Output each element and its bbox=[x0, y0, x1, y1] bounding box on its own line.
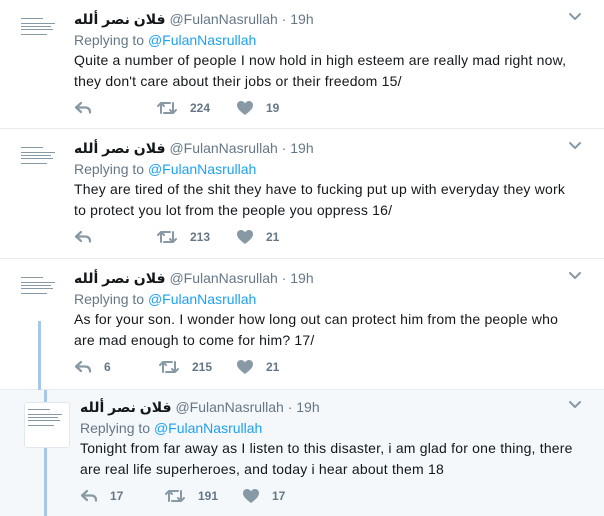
retweet-button[interactable]: 191 bbox=[164, 486, 218, 506]
heart-icon bbox=[237, 230, 253, 244]
retweet-button[interactable]: 215 bbox=[158, 357, 212, 377]
reply-count: 17 bbox=[110, 489, 124, 503]
reply-arrow-icon bbox=[80, 489, 98, 502]
reply-arrow-icon bbox=[74, 101, 92, 114]
retweet-count: 224 bbox=[190, 101, 211, 115]
replying-to: Replying to @FulanNasrullah bbox=[74, 30, 574, 50]
tweet-header: فلان نصر ألله @FulanNasrullah · 19h bbox=[74, 269, 574, 287]
separator-dot: · bbox=[281, 11, 287, 27]
display-name[interactable]: فلان نصر ألله bbox=[80, 399, 172, 415]
replying-to-label: Replying to bbox=[74, 32, 145, 48]
user-handle[interactable]: @FulanNasrullah bbox=[169, 270, 277, 286]
avatar[interactable] bbox=[24, 402, 70, 448]
timestamp[interactable]: 19h bbox=[290, 270, 313, 286]
like-count: 21 bbox=[266, 360, 280, 374]
display-name[interactable]: فلان نصر ألله bbox=[74, 11, 166, 27]
thread-connector-line bbox=[38, 321, 41, 390]
separator-dot: · bbox=[281, 270, 287, 286]
heart-icon bbox=[243, 489, 259, 503]
tweet[interactable]: فلان نصر ألله @FulanNasrullah · 19h Repl… bbox=[0, 0, 604, 129]
tweet-content: فلان نصر ألله @FulanNasrullah · 19h Repl… bbox=[74, 139, 574, 221]
replying-to: Replying to @FulanNasrullah bbox=[80, 418, 574, 438]
avatar[interactable] bbox=[18, 141, 62, 185]
like-button[interactable]: 21 bbox=[236, 227, 279, 247]
retweet-count: 191 bbox=[198, 489, 219, 503]
chevron-down-icon[interactable] bbox=[568, 271, 582, 281]
user-handle[interactable]: @FulanNasrullah bbox=[169, 140, 277, 156]
retweet-button[interactable]: 224 bbox=[156, 98, 210, 118]
retweet-icon bbox=[157, 102, 177, 114]
replying-to-label: Replying to bbox=[74, 161, 145, 177]
tweet-content: فلان نصر ألله @FulanNasrullah · 19h Repl… bbox=[80, 398, 574, 480]
retweet-icon bbox=[159, 361, 179, 373]
retweet-icon bbox=[157, 231, 177, 243]
retweet-button[interactable]: 213 bbox=[156, 227, 210, 247]
replying-to: Replying to @FulanNasrullah bbox=[74, 159, 574, 179]
tweet-text: Tonight from far away as I listen to thi… bbox=[80, 440, 573, 477]
tweet[interactable]: فلان نصر ألله @FulanNasrullah · 19h Repl… bbox=[0, 259, 604, 390]
retweet-count: 215 bbox=[192, 360, 213, 374]
separator-dot: · bbox=[287, 399, 293, 415]
retweet-count: 213 bbox=[190, 230, 211, 244]
reply-count: 6 bbox=[104, 360, 111, 374]
reply-button[interactable] bbox=[74, 227, 104, 247]
reply-arrow-icon bbox=[74, 230, 92, 243]
like-count: 21 bbox=[266, 230, 280, 244]
tweet-focused[interactable]: فلان نصر ألله @FulanNasrullah · 19h Repl… bbox=[0, 390, 604, 516]
tweet-header: فلان نصر ألله @FulanNasrullah · 19h bbox=[80, 398, 574, 416]
thread-connector-line bbox=[44, 390, 47, 402]
tweet-text: As for your son. I wonder how long out c… bbox=[74, 311, 559, 348]
mention-link[interactable]: @FulanNasrullah bbox=[154, 420, 262, 436]
user-handle[interactable]: @FulanNasrullah bbox=[169, 11, 277, 27]
chevron-down-icon[interactable] bbox=[568, 12, 582, 22]
replying-to: Replying to @FulanNasrullah bbox=[74, 289, 574, 309]
reply-button[interactable]: 17 bbox=[80, 486, 123, 506]
tweet-text: Quite a number of people I now hold in h… bbox=[74, 52, 567, 89]
display-name[interactable]: فلان نصر ألله bbox=[74, 270, 166, 286]
heart-icon bbox=[237, 360, 253, 374]
mention-link[interactable]: @FulanNasrullah bbox=[148, 161, 256, 177]
thread-connector-line bbox=[44, 448, 47, 516]
tweet-header: فلان نصر ألله @FulanNasrullah · 19h bbox=[74, 139, 574, 157]
replying-to-label: Replying to bbox=[80, 420, 151, 436]
avatar[interactable] bbox=[18, 271, 62, 315]
chevron-down-icon[interactable] bbox=[568, 141, 582, 151]
reply-arrow-icon bbox=[74, 360, 92, 373]
tweet-text: They are tired of the shit they have to … bbox=[74, 181, 566, 218]
like-count: 19 bbox=[266, 101, 280, 115]
timestamp[interactable]: 19h bbox=[290, 140, 313, 156]
chevron-down-icon[interactable] bbox=[568, 400, 582, 410]
reply-button[interactable] bbox=[74, 98, 104, 118]
user-handle[interactable]: @FulanNasrullah bbox=[175, 399, 283, 415]
heart-icon bbox=[237, 101, 253, 115]
separator-dot: · bbox=[281, 140, 287, 156]
mention-link[interactable]: @FulanNasrullah bbox=[148, 32, 256, 48]
tweet-content: فلان نصر ألله @FulanNasrullah · 19h Repl… bbox=[74, 269, 574, 351]
display-name[interactable]: فلان نصر ألله bbox=[74, 140, 166, 156]
reply-button[interactable]: 6 bbox=[74, 357, 111, 377]
replying-to-label: Replying to bbox=[74, 291, 145, 307]
like-button[interactable]: 17 bbox=[242, 486, 285, 506]
avatar[interactable] bbox=[18, 12, 62, 56]
like-count: 17 bbox=[272, 489, 286, 503]
like-button[interactable]: 19 bbox=[236, 98, 279, 118]
like-button[interactable]: 21 bbox=[236, 357, 279, 377]
timestamp[interactable]: 19h bbox=[296, 399, 319, 415]
tweet[interactable]: فلان نصر ألله @FulanNasrullah · 19h Repl… bbox=[0, 129, 604, 259]
retweet-icon bbox=[165, 490, 185, 502]
tweet-header: فلان نصر ألله @FulanNasrullah · 19h bbox=[74, 10, 574, 28]
tweet-content: فلان نصر ألله @FulanNasrullah · 19h Repl… bbox=[74, 10, 574, 92]
timestamp[interactable]: 19h bbox=[290, 11, 313, 27]
mention-link[interactable]: @FulanNasrullah bbox=[148, 291, 256, 307]
